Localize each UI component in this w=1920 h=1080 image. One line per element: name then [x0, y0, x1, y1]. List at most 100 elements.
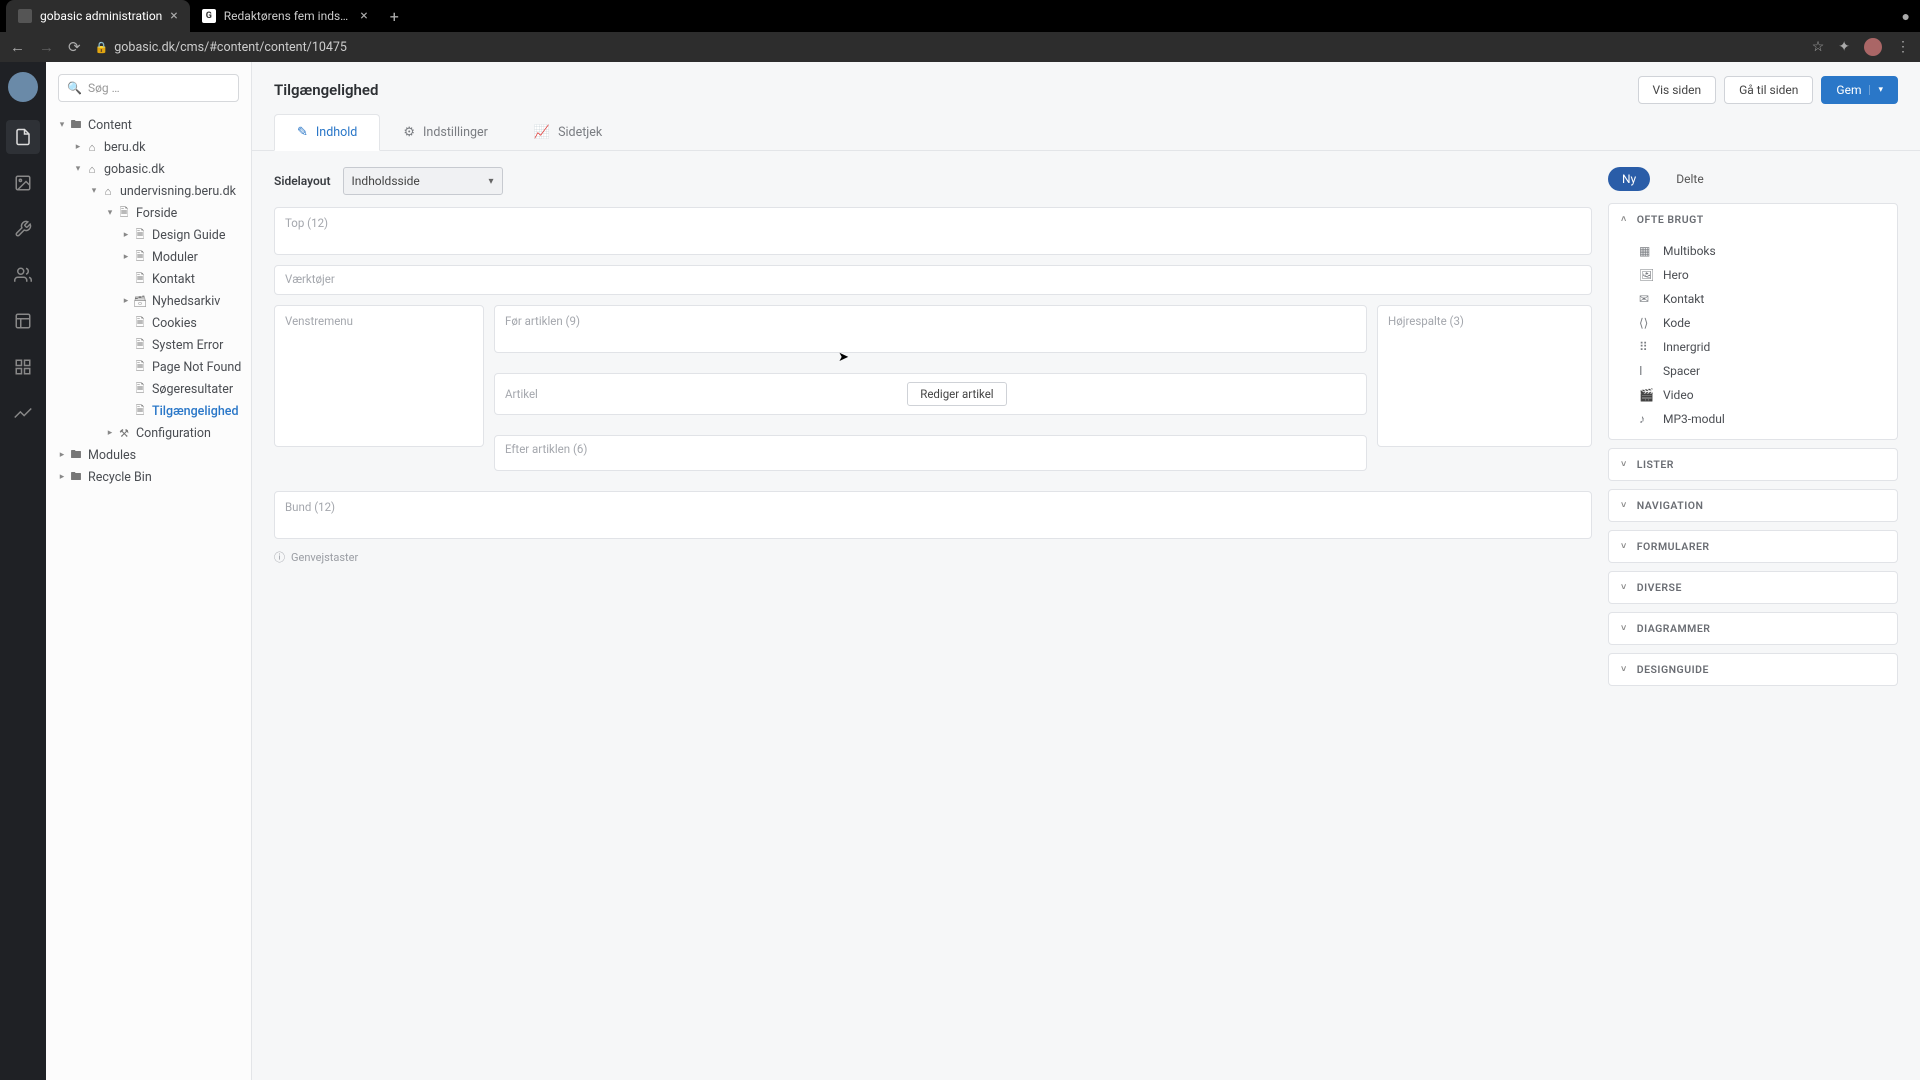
page-icon: 🗎 [132, 336, 148, 355]
chevron-down-icon[interactable]: ▾ [56, 120, 68, 130]
view-page-button[interactable]: Vis siden [1638, 76, 1717, 104]
address-bar-row: ← → ⟳ 🔒 gobasic.dk/cms/#content/content/… [0, 32, 1920, 62]
module-item[interactable]: ⅠSpacer [1609, 359, 1897, 383]
url-bar[interactable]: 🔒 gobasic.dk/cms/#content/content/10475 [95, 40, 1798, 55]
avatar-icon[interactable] [1864, 38, 1882, 56]
star-icon[interactable]: ☆ [1812, 39, 1825, 55]
goto-page-button[interactable]: Gå til siden [1724, 76, 1813, 104]
close-icon[interactable]: × [360, 8, 367, 24]
close-icon[interactable]: × [170, 8, 177, 24]
edit-article-button[interactable]: Rediger artikel [907, 382, 1006, 406]
accordion-header[interactable]: ˅ LISTER [1609, 449, 1897, 480]
accordion-header[interactable]: ˅ DIVERSE [1609, 572, 1897, 603]
tree-item[interactable]: ▾🖿Content [46, 114, 251, 136]
folder-icon: 🖿 [68, 446, 84, 465]
page-icon: 🗎 [132, 314, 148, 333]
module-item[interactable]: ⟨⟩Kode [1609, 311, 1897, 335]
chevron-right-icon[interactable]: ▸ [104, 428, 116, 438]
region-top[interactable]: Top (12) [274, 207, 1592, 255]
tree-item[interactable]: ▸🗎Moduler [46, 246, 251, 268]
apps-rail-icon[interactable] [6, 350, 40, 384]
tree-item[interactable]: ▸🖿Modules [46, 444, 251, 466]
tab-settings[interactable]: ⚙ Indstillinger [380, 114, 511, 150]
app-root: 🔍 Søg … ▾🖿Content▸⌂beru.dk▾⌂gobasic.dk▾⌂… [0, 62, 1920, 1080]
chevron-down-icon[interactable]: ▾ [88, 186, 100, 196]
tree-item[interactable]: ▾⌂gobasic.dk [46, 158, 251, 180]
content-rail-icon[interactable] [6, 120, 40, 154]
browser-tab[interactable]: G Redaktørens fem indsatsområ… × [190, 0, 380, 32]
tree-item[interactable]: ▸🗎Design Guide [46, 224, 251, 246]
accordion-header[interactable]: ˄ OFTE BRUGT [1609, 204, 1897, 235]
layout-select[interactable]: Indholdsside [343, 167, 503, 195]
back-button[interactable]: ← [10, 38, 25, 56]
layout-editor: Sidelayout Indholdsside Top (12) Værktøj… [274, 167, 1592, 1064]
module-tab-shared[interactable]: Delte [1662, 167, 1717, 191]
accordion-header[interactable]: ˅ DIAGRAMMER [1609, 613, 1897, 644]
shortcuts-hint[interactable]: ⓘ Genvejstaster [274, 549, 1592, 565]
folder-icon: 🖿 [68, 468, 84, 487]
reload-button[interactable]: ⟳ [68, 38, 81, 56]
menu-icon[interactable]: ⋮ [1896, 39, 1910, 55]
tree-item[interactable]: 🗎System Error [46, 334, 251, 356]
region-article[interactable]: Artikel Rediger artikel [494, 373, 1367, 415]
archive-icon: 🗃 [132, 295, 148, 308]
chevron-right-icon[interactable]: ▸ [120, 296, 132, 306]
module-item[interactable]: 🖼Hero [1609, 263, 1897, 287]
module-item[interactable]: ▦Multiboks [1609, 239, 1897, 263]
accordion-title: DIAGRAMMER [1637, 622, 1711, 635]
region-tools[interactable]: Værktøjer [274, 265, 1592, 295]
module-item[interactable]: ✉Kontakt [1609, 287, 1897, 311]
region-before-article[interactable]: Før artiklen (9) [494, 305, 1367, 353]
tree-item[interactable]: ▾🗎Forside [46, 202, 251, 224]
chevron-right-icon[interactable]: ▸ [56, 472, 68, 482]
settings-rail-icon[interactable] [6, 212, 40, 246]
chevron-down-icon[interactable]: ▾ [1869, 85, 1883, 95]
tree-label: Nyhedsarkiv [152, 294, 220, 309]
accordion-header[interactable]: ˅ DESIGNGUIDE [1609, 654, 1897, 685]
accordion-header[interactable]: ˅ NAVIGATION [1609, 490, 1897, 521]
save-button[interactable]: Gem ▾ [1821, 76, 1898, 104]
region-leftmenu[interactable]: Venstremenu [274, 305, 484, 447]
forward-button[interactable]: → [39, 38, 54, 56]
chevron-right-icon[interactable]: ▸ [120, 252, 132, 262]
tree-item[interactable]: ▸🗃 Nyhedsarkiv [46, 290, 251, 312]
content-body: Sidelayout Indholdsside Top (12) Værktøj… [252, 151, 1920, 1080]
region-bottom[interactable]: Bund (12) [274, 491, 1592, 539]
new-tab-button[interactable]: + [380, 7, 409, 26]
stats-rail-icon[interactable] [6, 396, 40, 430]
module-tab-new[interactable]: Ny [1608, 167, 1650, 191]
region-rightcol[interactable]: Højrespalte (3) [1377, 305, 1592, 447]
tree-item[interactable]: 🗎Cookies [46, 312, 251, 334]
tab-pagecheck[interactable]: 📈 Sidetjek [511, 114, 625, 150]
chevron-right-icon[interactable]: ▸ [72, 142, 84, 152]
region-after-article[interactable]: Efter artiklen (6) [494, 435, 1367, 471]
tree-item[interactable]: 🗎Kontakt [46, 268, 251, 290]
tree-item[interactable]: ▸🖿Recycle Bin [46, 466, 251, 488]
accordion-header[interactable]: ˅ FORMULARER [1609, 531, 1897, 562]
tree-item[interactable]: 🗎Søgeresultater [46, 378, 251, 400]
chevron-down-icon: ˅ [1621, 500, 1627, 511]
module-item[interactable]: ⠿Innergrid [1609, 335, 1897, 359]
search-input[interactable]: 🔍 Søg … [58, 74, 239, 102]
chevron-down-icon[interactable]: ▾ [104, 208, 116, 218]
extensions-icon[interactable]: ✦ [1838, 39, 1850, 55]
tree-item[interactable]: 🗎Tilgængelighed [46, 400, 251, 422]
tree-item[interactable]: 🗎Page Not Found [46, 356, 251, 378]
user-avatar[interactable] [8, 72, 38, 102]
browser-tab[interactable]: gobasic administration × [6, 0, 190, 32]
chevron-right-icon[interactable]: ▸ [120, 230, 132, 240]
forms-rail-icon[interactable] [6, 304, 40, 338]
tree-item[interactable]: ▸⚒Configuration [46, 422, 251, 444]
tree-item[interactable]: ▾⌂undervisning.beru.dk [46, 180, 251, 202]
info-icon: ⓘ [274, 549, 285, 565]
module-item[interactable]: 🎬Video [1609, 383, 1897, 407]
tab-content[interactable]: ✎ Indhold [274, 114, 380, 151]
media-rail-icon[interactable] [6, 166, 40, 200]
users-rail-icon[interactable] [6, 258, 40, 292]
chevron-right-icon[interactable]: ▸ [56, 450, 68, 460]
accordion-title: LISTER [1637, 458, 1674, 471]
tree-item[interactable]: ▸⌂beru.dk [46, 136, 251, 158]
profile-icon[interactable]: ● [1902, 8, 1910, 25]
module-item[interactable]: ♪MP3-modul [1609, 407, 1897, 431]
chevron-down-icon[interactable]: ▾ [72, 164, 84, 174]
